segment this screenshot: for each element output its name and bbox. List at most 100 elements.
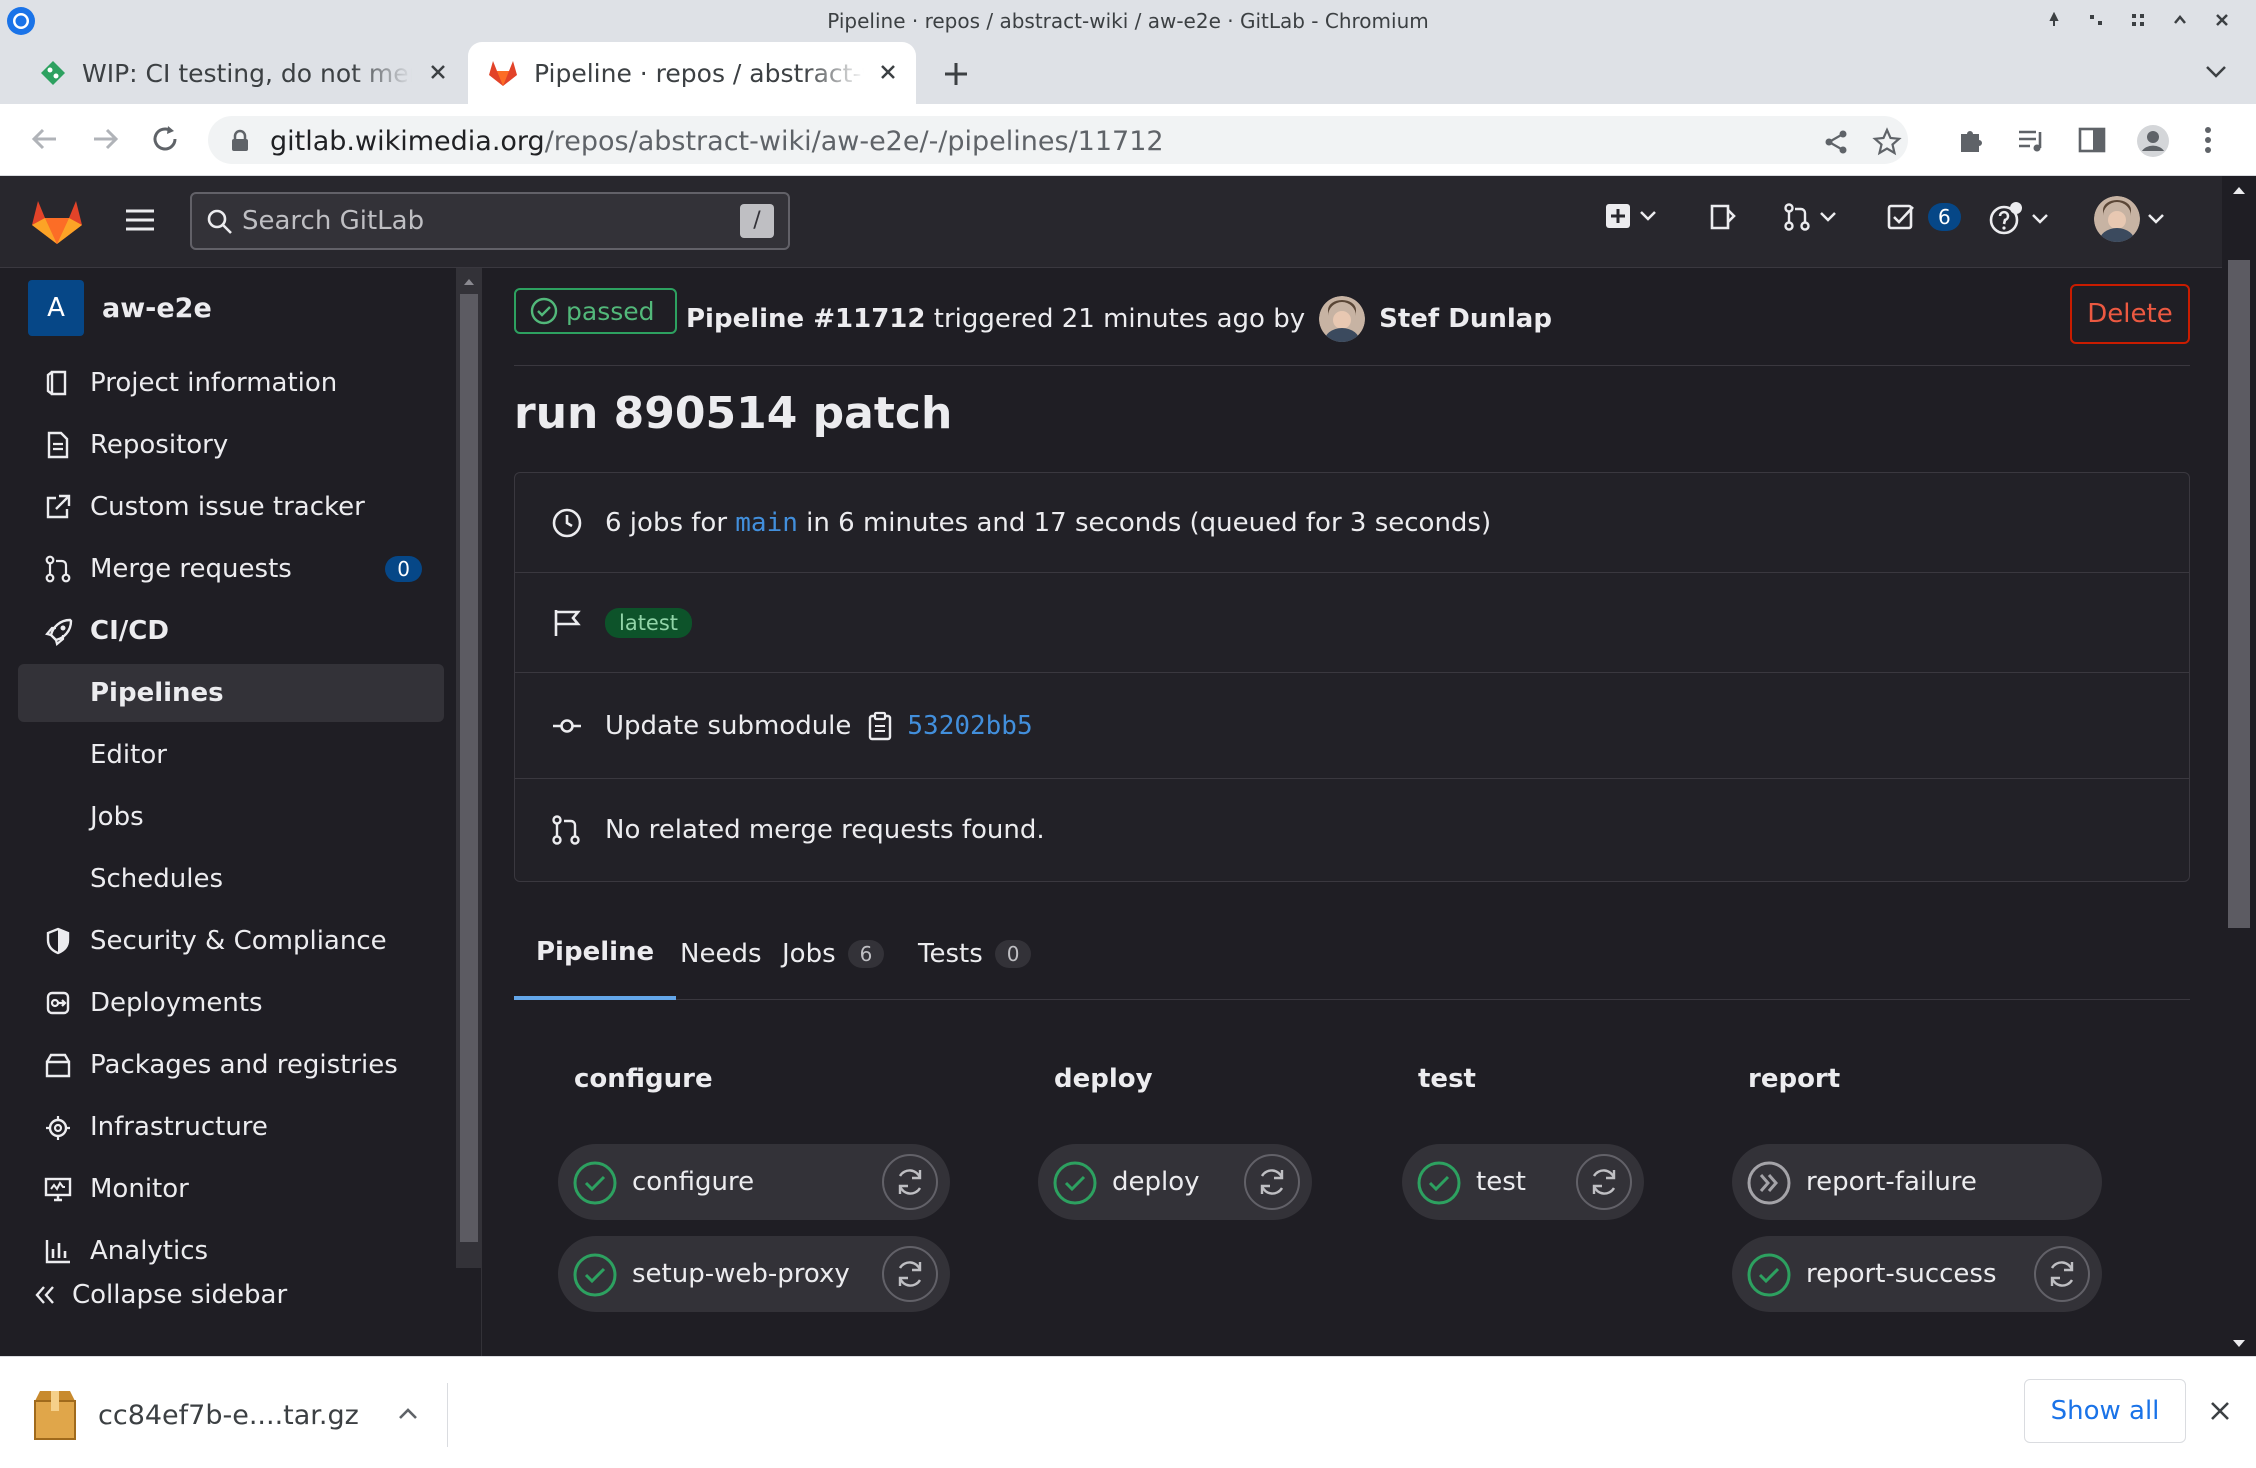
sidebar-item-deployments[interactable]: Deployments	[18, 974, 444, 1032]
bookmark-star-icon[interactable]	[1872, 127, 1902, 157]
sidebar-item-jobs[interactable]: Jobs	[18, 788, 444, 846]
merge-requests-dropdown[interactable]	[1782, 202, 1838, 232]
latest-badge[interactable]: latest	[605, 607, 693, 638]
delete-button[interactable]: Delete	[2070, 284, 2190, 344]
sidebar-item-project-information[interactable]: Project information	[18, 354, 444, 412]
menu-hamburger-icon[interactable]	[124, 206, 156, 234]
extensions-puzzle-icon[interactable]	[1956, 124, 1988, 156]
tab-jobs[interactable]: Jobs 6	[766, 908, 900, 1000]
user-name-link[interactable]: Stef Dunlap	[1379, 304, 1552, 334]
tab-tests[interactable]: Tests 0	[902, 908, 1047, 1000]
sidebar-item-editor[interactable]: Editor	[18, 726, 444, 784]
create-new-dropdown[interactable]	[1604, 202, 1658, 230]
job-report-success[interactable]: report-success	[1732, 1236, 2102, 1312]
gitlab-logo-icon[interactable]	[30, 198, 84, 246]
sidebar-item-label: Monitor	[90, 1174, 189, 1204]
window-minimize-icon[interactable]	[2130, 12, 2146, 28]
cloud-gear-icon	[44, 1113, 72, 1141]
retry-icon[interactable]	[882, 1246, 938, 1302]
sidebar-item-packages-registries[interactable]: Packages and registries	[18, 1036, 444, 1094]
issues-icon[interactable]	[1708, 202, 1738, 232]
branch-link[interactable]: main	[735, 508, 798, 538]
sidebar-scrollbar-thumb[interactable]	[460, 294, 478, 1242]
job-report-failure[interactable]: report-failure	[1732, 1144, 2102, 1220]
window-close-icon[interactable]	[2214, 12, 2230, 28]
sidebar-item-merge-requests[interactable]: Merge requests 0	[18, 540, 444, 598]
status-label: passed	[566, 296, 655, 326]
sidebar-item-schedules[interactable]: Schedules	[18, 850, 444, 908]
sidebar-item-label: Schedules	[90, 864, 224, 894]
reload-icon[interactable]	[148, 122, 182, 156]
browser-menu-icon[interactable]	[2198, 124, 2218, 156]
url-text[interactable]: gitlab.wikimedia.org/repos/abstract-wiki…	[270, 126, 1164, 157]
search-box[interactable]: /	[190, 192, 790, 250]
window-maximize-icon[interactable]	[2172, 12, 2188, 28]
sidebar-item-cicd[interactable]: CI/CD	[18, 602, 444, 660]
sidebar-scrollbar[interactable]	[456, 268, 482, 1268]
sidebar-item-security-compliance[interactable]: Security & Compliance	[18, 912, 444, 970]
back-icon[interactable]	[28, 122, 62, 156]
copy-clipboard-icon[interactable]	[867, 711, 893, 741]
address-bar[interactable]: gitlab.wikimedia.org/repos/abstract-wiki…	[208, 116, 1908, 164]
sidebar-item-repository[interactable]: Repository	[18, 416, 444, 474]
side-panel-icon[interactable]	[2076, 124, 2108, 156]
sidebar-item-custom-issue-tracker[interactable]: Custom issue tracker	[18, 478, 444, 536]
new-tab-icon[interactable]	[940, 58, 972, 90]
tab-needs[interactable]: Needs	[664, 908, 778, 1000]
browser-tab-merge-request[interactable]: WIP: CI testing, do not merge	[6, 42, 466, 104]
retry-icon[interactable]	[1244, 1154, 1300, 1210]
chevron-up-icon[interactable]	[397, 1405, 419, 1423]
commit-sha-link[interactable]: 53202bb5	[907, 711, 1032, 741]
page-scrollbar-thumb[interactable]	[2228, 260, 2250, 928]
retry-icon[interactable]	[2034, 1246, 2090, 1302]
tab-close-icon[interactable]	[876, 60, 900, 84]
window-titlebar: Pipeline · repos / abstract-wiki / aw-e2…	[0, 0, 2256, 42]
profile-icon[interactable]	[2136, 124, 2170, 158]
tab-close-icon[interactable]	[426, 60, 450, 84]
search-input[interactable]	[242, 202, 722, 240]
close-icon[interactable]	[2208, 1399, 2232, 1423]
sidebar-item-label: Pipelines	[90, 678, 224, 708]
project-avatar: A	[28, 280, 84, 336]
collapse-sidebar-button[interactable]: Collapse sidebar	[34, 1280, 287, 1310]
job-configure[interactable]: configure	[558, 1144, 950, 1220]
chevron-down-icon[interactable]	[2204, 62, 2228, 82]
sidebar-item-analytics[interactable]: Analytics	[18, 1222, 444, 1280]
project-header[interactable]: A aw-e2e	[28, 280, 212, 336]
sidebar-item-label: Packages and registries	[90, 1050, 398, 1080]
gitlab-favicon-icon	[488, 59, 518, 87]
lock-icon[interactable]	[230, 129, 250, 153]
help-dropdown[interactable]	[1988, 202, 2050, 236]
commit-message: Update submodule	[605, 710, 852, 741]
todos-button[interactable]: 6	[1886, 202, 1961, 232]
triggered-text: triggered 21 minutes ago by	[933, 304, 1306, 334]
job-test[interactable]: test	[1402, 1144, 1644, 1220]
job-name: deploy	[1112, 1167, 1200, 1197]
collapse-sidebar-label: Collapse sidebar	[72, 1280, 288, 1310]
media-queue-icon[interactable]	[2016, 124, 2048, 156]
forward-icon[interactable]	[88, 122, 122, 156]
share-icon[interactable]	[1822, 128, 1850, 156]
job-setup-web-proxy[interactable]: setup-web-proxy	[558, 1236, 950, 1312]
sidebar-item-infrastructure[interactable]: Infrastructure	[18, 1098, 444, 1156]
retry-icon[interactable]	[1576, 1154, 1632, 1210]
sidebar-item-label: Project information	[90, 368, 338, 398]
show-all-downloads-button[interactable]: Show all	[2024, 1379, 2186, 1443]
download-item[interactable]: cc84ef7b-e....tar.gz	[30, 1383, 448, 1447]
window-pin-icon[interactable]	[2046, 12, 2062, 28]
help-question-icon	[1988, 202, 2024, 236]
tab-pipeline[interactable]: Pipeline	[514, 908, 677, 1000]
window-shade-icon[interactable]	[2088, 12, 2104, 28]
sidebar-item-pipelines[interactable]: Pipelines	[18, 664, 444, 722]
user-avatar[interactable]	[1319, 296, 1366, 342]
chevron-down-icon	[1638, 209, 1658, 223]
sidebar-item-monitor[interactable]: Monitor	[18, 1160, 444, 1218]
page-scrollbar[interactable]	[2222, 176, 2256, 1356]
browser-tab-pipeline[interactable]: Pipeline · repos / abstract-wiki / aw-e2…	[468, 42, 916, 104]
retry-icon[interactable]	[882, 1154, 938, 1210]
user-menu-dropdown[interactable]	[2094, 196, 2166, 242]
status-badge[interactable]: passed	[514, 288, 677, 334]
pipeline-tabs: Pipeline Needs Jobs 6 Tests 0	[514, 908, 2190, 1000]
todo-checkbox-icon	[1886, 202, 1916, 232]
job-deploy[interactable]: deploy	[1038, 1144, 1312, 1220]
